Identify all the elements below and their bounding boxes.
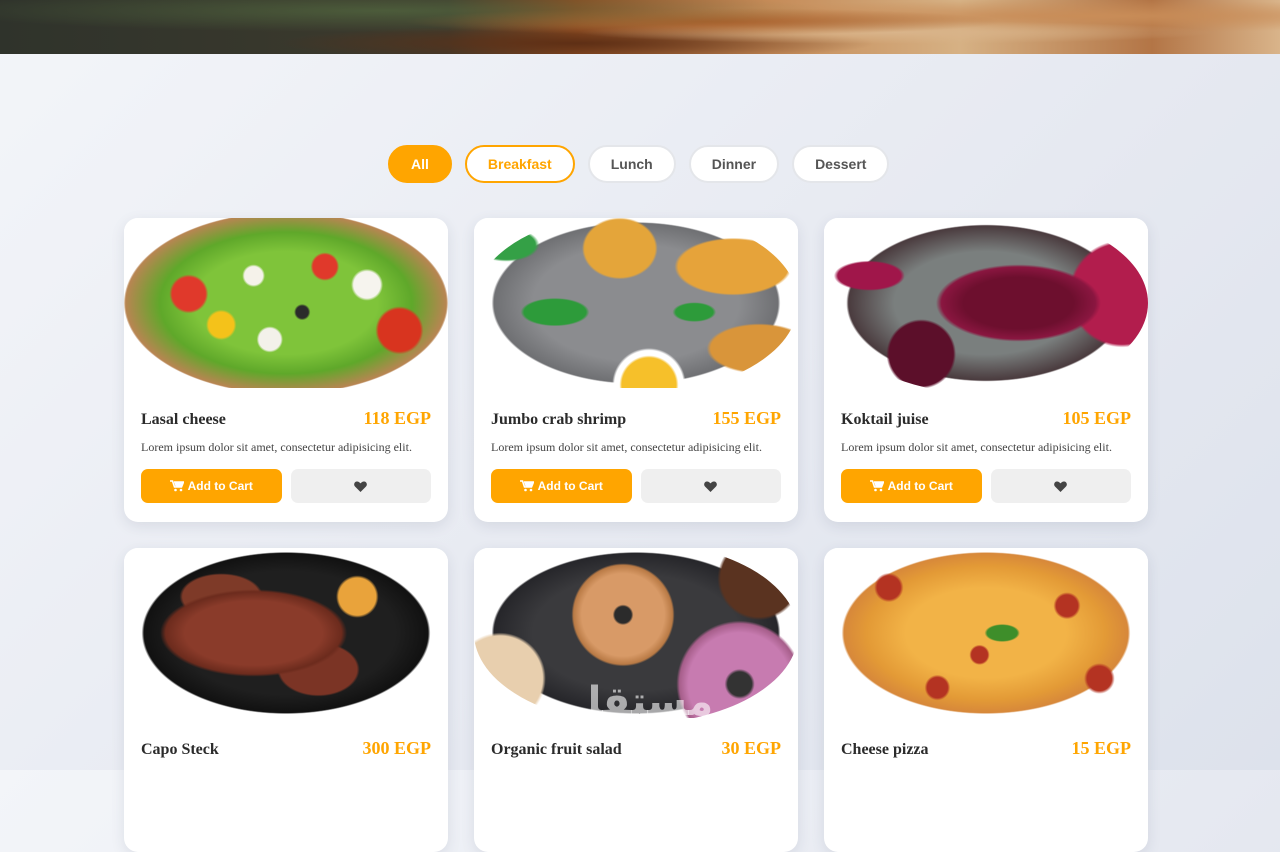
add-to-cart-label: Add to Cart: [537, 479, 603, 493]
product-description: Lorem ipsum dolor sit amet, consectetur …: [141, 440, 412, 454]
product-price: 105 EGP: [1062, 408, 1131, 428]
product-image: [824, 548, 1148, 718]
favorite-button[interactable]: [640, 469, 781, 503]
product-price: 300 EGP: [362, 738, 431, 758]
product-card: Capo Steck 300 EGP: [124, 548, 448, 852]
product-price: 118 EGP: [363, 408, 431, 428]
product-name: Cheese pizza: [841, 741, 929, 758]
add-to-cart-button[interactable]: Add to Cart: [141, 469, 282, 503]
product-name: Lasal cheese: [141, 411, 226, 428]
add-to-cart-label: Add to Cart: [187, 479, 253, 493]
product-description: Lorem ipsum dolor sit amet, consectetur …: [841, 440, 1112, 454]
product-price: 30 EGP: [721, 738, 781, 758]
filter-breakfast[interactable]: Breakfast: [464, 145, 575, 183]
filter-dinner[interactable]: Dinner: [688, 145, 780, 183]
heart-icon: [354, 480, 368, 492]
product-card: Lasal cheese 118 EGP Lorem ipsum dolor s…: [124, 218, 448, 522]
product-description: Lorem ipsum dolor sit amet, consectetur …: [491, 440, 762, 454]
product-name: Organic fruit salad: [491, 741, 622, 758]
product-name: Koktail juise: [841, 411, 929, 428]
product-card: Jumbo crab shrimp 155 EGP Lorem ipsum do…: [474, 218, 798, 522]
filter-dessert[interactable]: Dessert: [792, 145, 890, 183]
product-image: [824, 218, 1148, 388]
heart-icon: [1054, 480, 1068, 492]
product-image: [474, 218, 798, 388]
product-price: 155 EGP: [712, 408, 781, 428]
product-name: Capo Steck: [141, 741, 219, 758]
add-to-cart-button[interactable]: Add to Cart: [841, 469, 982, 503]
add-to-cart-label: Add to Cart: [887, 479, 953, 493]
add-to-cart-button[interactable]: Add to Cart: [491, 469, 632, 503]
favorite-button[interactable]: [990, 469, 1131, 503]
cart-icon: [869, 480, 884, 492]
favorite-button[interactable]: [290, 469, 431, 503]
hero-banner-image: [0, 0, 1280, 54]
cart-icon: [169, 480, 184, 492]
cart-icon: [519, 480, 534, 492]
product-image: [124, 548, 448, 718]
filter-all[interactable]: All: [388, 145, 452, 183]
product-card: Cheese pizza 15 EGP: [824, 548, 1148, 852]
filter-lunch[interactable]: Lunch: [587, 145, 676, 183]
product-grid: Lasal cheese 118 EGP Lorem ipsum dolor s…: [124, 218, 1148, 852]
product-name: Jumbo crab shrimp: [491, 411, 627, 428]
product-image: [124, 218, 448, 388]
category-filter-bar: All Breakfast Lunch Dinner Dessert: [388, 145, 890, 183]
product-price: 15 EGP: [1071, 738, 1131, 758]
product-image: [474, 548, 798, 718]
product-card: Organic fruit salad 30 EGP: [474, 548, 798, 852]
heart-icon: [704, 480, 718, 492]
product-card: Koktail juise 105 EGP Lorem ipsum dolor …: [824, 218, 1148, 522]
